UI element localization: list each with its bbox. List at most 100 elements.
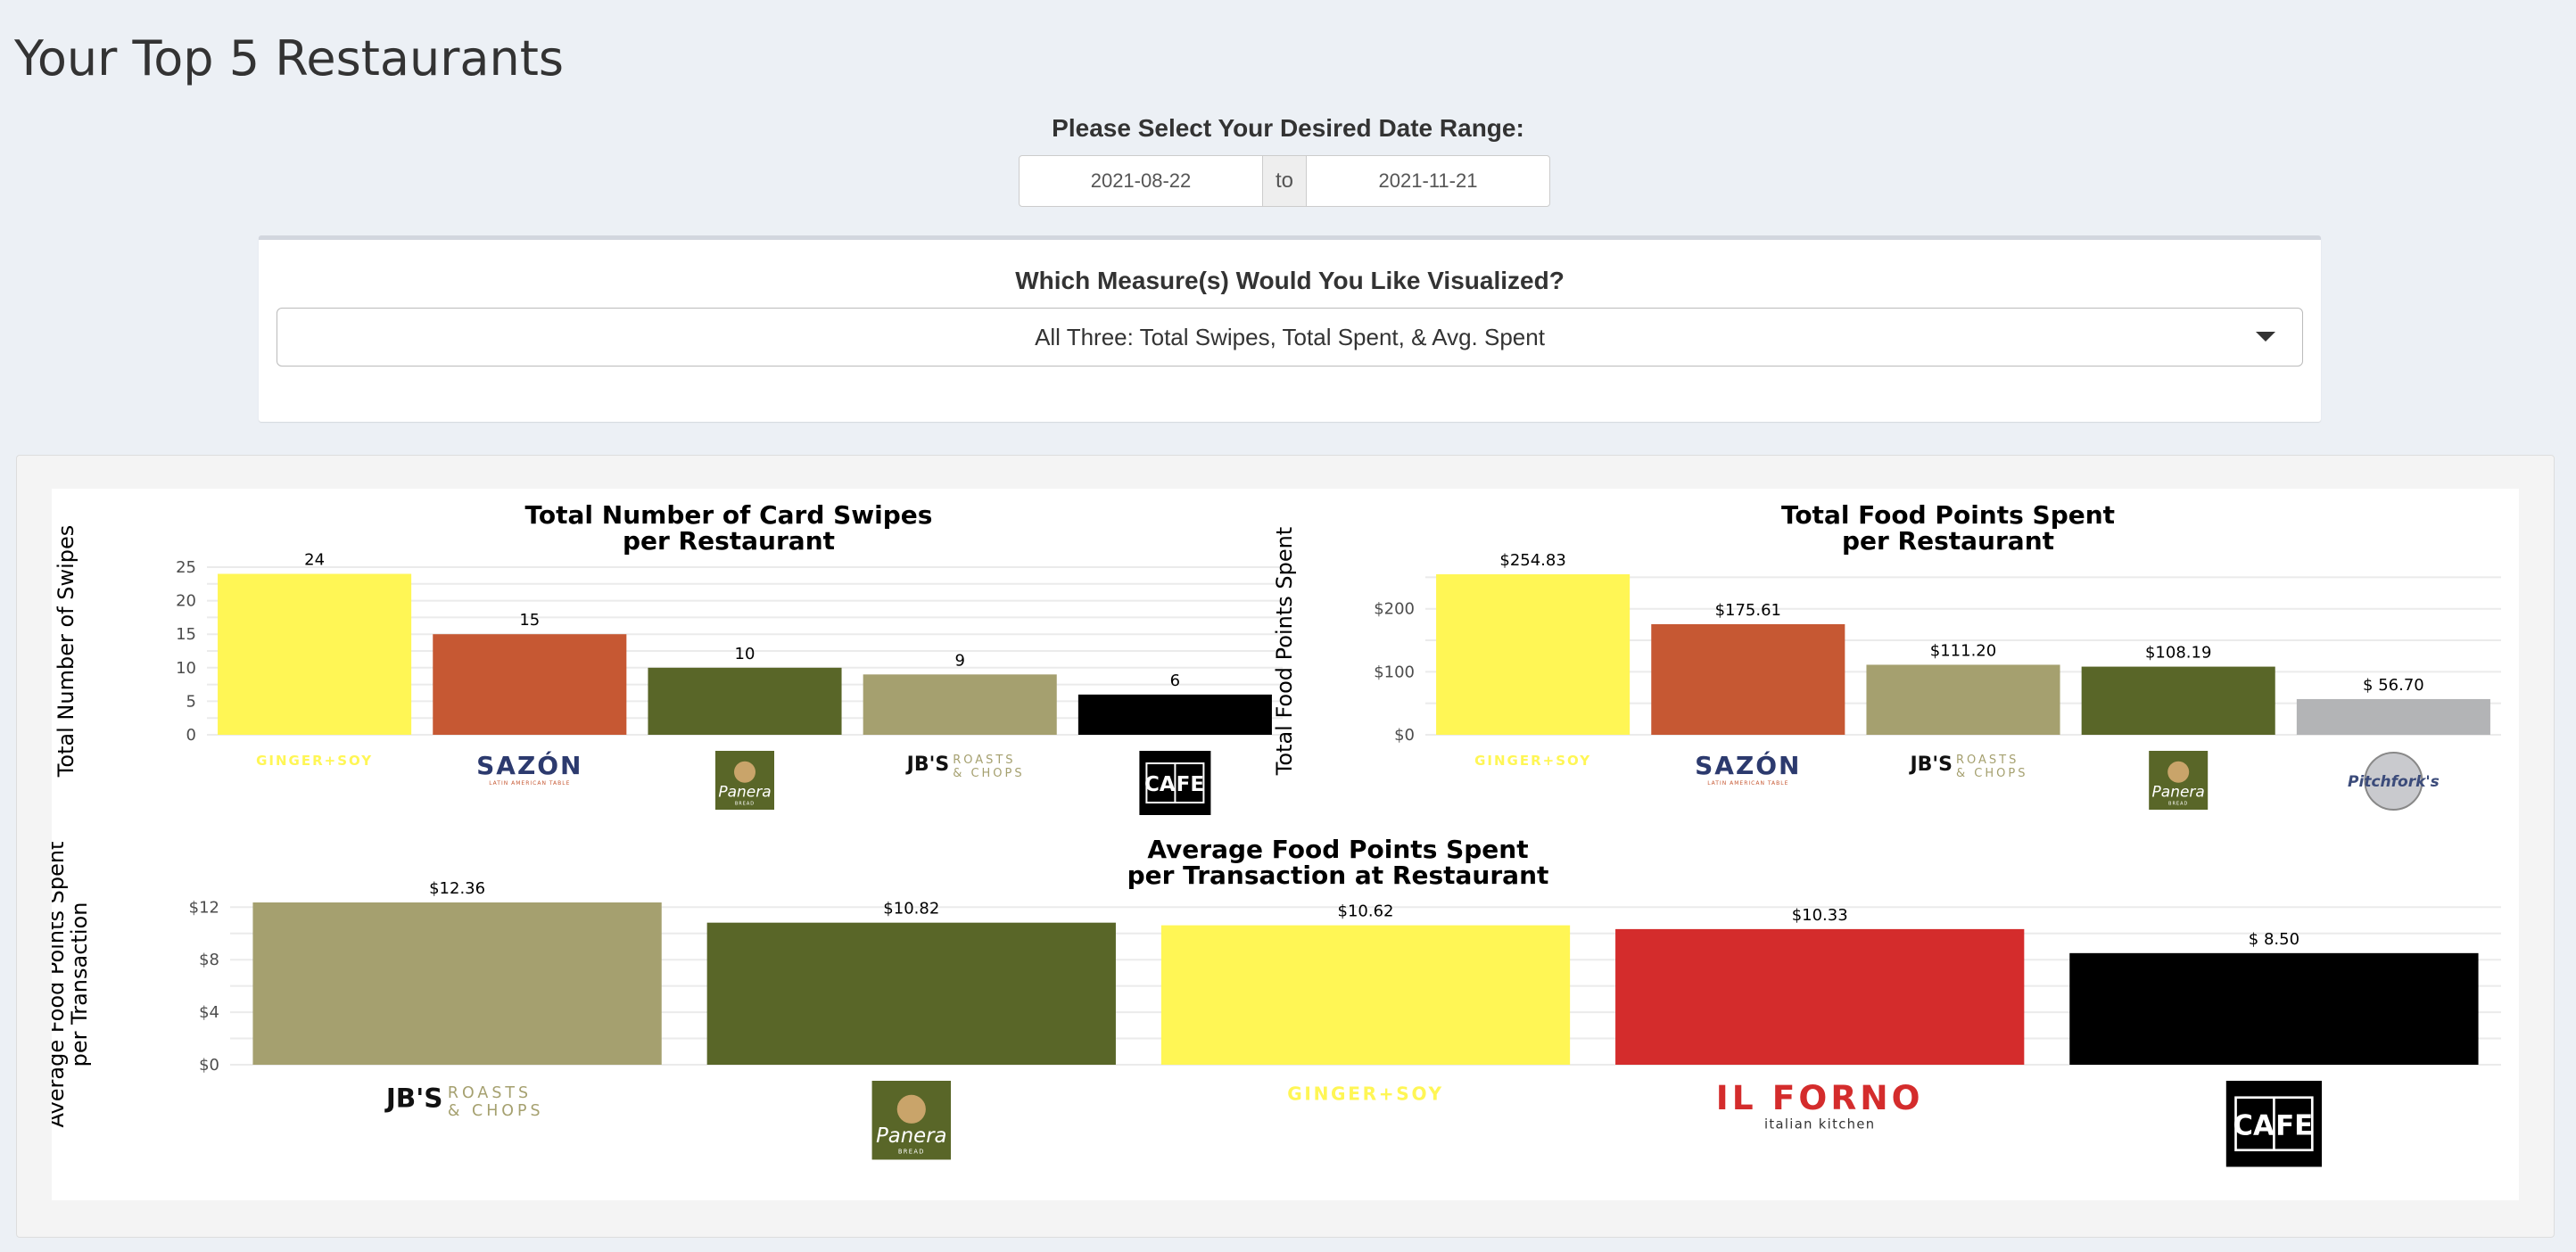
y-tick-label: 20 [176, 592, 196, 611]
y-axis-label-line-1: Total Food Points Spent [1272, 527, 1297, 776]
y-tick-label: 0 [186, 726, 196, 745]
page-title: Your Top 5 Restaurants [14, 30, 565, 86]
x-tick-logo-1: GINGER+SOY [1474, 753, 1591, 769]
plot-area: Total Number of Card Swipes per Restauran… [44, 489, 2519, 1200]
y-tick-label: $100 [1374, 663, 1415, 681]
cafe-logo-text-right: FE [1177, 773, 1204, 796]
sazon-logo-text: SAZÓN [1695, 750, 1801, 780]
panera-logo-emblem [2167, 761, 2190, 783]
sazon-logo: SAZÓNLATIN AMERICAN TABLE [476, 750, 582, 787]
panera-logo-subtitle: BREAD [2168, 802, 2188, 807]
panera-logo: PaneraBREAD [2149, 751, 2209, 810]
x-tick-logo-4: IL FORNOitalian kitchen [1716, 1078, 1924, 1132]
bar-2 [433, 634, 627, 735]
x-tick-logo-5: Pitchfork's [2348, 752, 2440, 811]
measure-select-value: All Three: Total Swipes, Total Spent, & … [1035, 323, 1545, 350]
jbs-logo-line2: & CHOPS [448, 1102, 544, 1120]
sazon-logo-text: SAZÓN [476, 750, 582, 780]
x-tick-logo-1: GINGER+SOY [256, 753, 373, 769]
data-label-5: $ 8.50 [2249, 930, 2299, 949]
data-label-4: $108.19 [2145, 644, 2211, 663]
data-label-2: 15 [519, 611, 540, 630]
chart-total-spent: Total Food Points Spentper RestaurantTot… [1272, 500, 2501, 811]
y-tick-label: $0 [1394, 726, 1415, 745]
x-tick-logo-5: CA FE [1139, 751, 1211, 815]
y-tick-label: $4 [199, 1003, 219, 1022]
x-tick-logo-3: JB'S ROASTS& CHOPS [1908, 754, 2025, 780]
charts-svg: Total Number of Card Swipesper Restauran… [44, 500, 2501, 1167]
data-label-1: 24 [304, 551, 325, 570]
il-forno-logo: IL FORNOitalian kitchen [1716, 1078, 1924, 1132]
y-tick-label: $0 [199, 1056, 219, 1075]
ginger-soy-logo: GINGER+SOY [1287, 1083, 1444, 1104]
sazon-logo-subtitle: LATIN AMERICAN TABLE [489, 780, 570, 787]
cafe-logo-text-left: CA [1144, 773, 1176, 796]
bar-3 [1866, 664, 2060, 735]
chart-title-line-2: per Transaction at Restaurant [1127, 861, 1549, 890]
x-tick-logo-2: SAZÓNLATIN AMERICAN TABLE [476, 750, 582, 787]
il-forno-logo-text: IL FORNO [1716, 1078, 1924, 1117]
bar-2 [706, 922, 1116, 1065]
bar-4 [1615, 928, 2025, 1065]
cafe-logo: CA FE [2225, 1081, 2322, 1167]
data-label-5: $ 56.70 [2363, 676, 2424, 695]
panera-logo: PaneraBREAD [715, 751, 774, 810]
data-label-4: 9 [954, 651, 964, 670]
start-date-input[interactable]: 2021-08-22 [1019, 155, 1263, 207]
sazon-logo: SAZÓNLATIN AMERICAN TABLE [1695, 750, 1801, 787]
chevron-down-icon [2256, 332, 2275, 342]
data-label-5: 6 [1170, 671, 1180, 690]
jbs-logo-line1: ROASTS [448, 1084, 532, 1102]
panera-logo-text: Panera [876, 1124, 946, 1148]
end-date-input[interactable]: 2021-11-21 [1306, 155, 1550, 207]
measure-label: Which Measure(s) Would You Like Visualiz… [1015, 267, 1565, 294]
date-range-picker: 2021-08-22 to 2021-11-21 [1019, 155, 1554, 207]
x-tick-logo-4: PaneraBREAD [2149, 751, 2209, 810]
panera-logo: PaneraBREAD [871, 1081, 952, 1160]
cafe-logo-text-right: FE [2275, 1109, 2313, 1141]
jbs-logo-line1: ROASTS [953, 754, 1015, 767]
x-tick-logo-5: CA FE [2225, 1081, 2322, 1167]
measure-select[interactable]: All Three: Total Swipes, Total Spent, & … [277, 308, 2303, 367]
jbs-logo-mark: JB'S [905, 754, 950, 776]
data-label-2: $175.61 [1715, 601, 1781, 620]
panera-logo-text: Panera [2152, 783, 2205, 801]
data-label-1: $12.36 [429, 879, 485, 898]
y-tick-label: 10 [176, 659, 196, 678]
jbs-logo: JB'S ROASTS& CHOPS [905, 754, 1024, 780]
x-tick-logo-1: JB'S ROASTS& CHOPS [384, 1083, 544, 1120]
cafe-logo: CA FE [1139, 751, 1211, 815]
jbs-logo-line2: & CHOPS [953, 767, 1024, 780]
y-axis-label-line-2: per Transaction [67, 902, 92, 1067]
bar-5 [2069, 952, 2479, 1065]
date-range-label: Please Select Your Desired Date Range: [1052, 114, 1524, 142]
bar-3 [1160, 925, 1571, 1065]
bar-5 [1077, 694, 1272, 735]
y-tick-label: $200 [1374, 600, 1415, 619]
bar-1 [218, 573, 412, 735]
jbs-logo-line1: ROASTS [1956, 754, 2019, 767]
x-tick-logo-3: GINGER+SOY [1287, 1083, 1444, 1104]
bar-4 [863, 674, 1057, 735]
y-tick-label: $8 [199, 951, 219, 969]
ginger-soy-logo: GINGER+SOY [1474, 753, 1591, 769]
panera-logo-subtitle: BREAD [898, 1148, 925, 1155]
pitchforks-logo-text: Pitchfork's [2348, 773, 2440, 791]
data-label-2: $10.82 [883, 900, 939, 918]
bar-1 [1436, 574, 1631, 735]
x-tick-logo-2: PaneraBREAD [871, 1081, 952, 1160]
panera-logo-emblem [896, 1094, 926, 1124]
y-axis-label: Total Number of Swipes [54, 525, 78, 778]
x-tick-logo-2: SAZÓNLATIN AMERICAN TABLE [1695, 750, 1801, 787]
ginger-soy-logo: GINGER+SOY [256, 753, 373, 769]
data-label-3: $10.62 [1338, 902, 1394, 921]
data-label-4: $10.33 [1792, 906, 1848, 925]
sazon-logo-subtitle: LATIN AMERICAN TABLE [1707, 780, 1788, 787]
pitchforks-logo: Pitchfork's [2348, 752, 2440, 811]
y-tick-label: $12 [189, 898, 219, 917]
bar-5 [2296, 698, 2490, 735]
panera-logo-emblem [734, 761, 755, 783]
cafe-logo-text-left: CA [2233, 1109, 2275, 1141]
x-tick-logo-4: JB'S ROASTS& CHOPS [905, 754, 1024, 780]
y-tick-label: 5 [186, 692, 196, 711]
